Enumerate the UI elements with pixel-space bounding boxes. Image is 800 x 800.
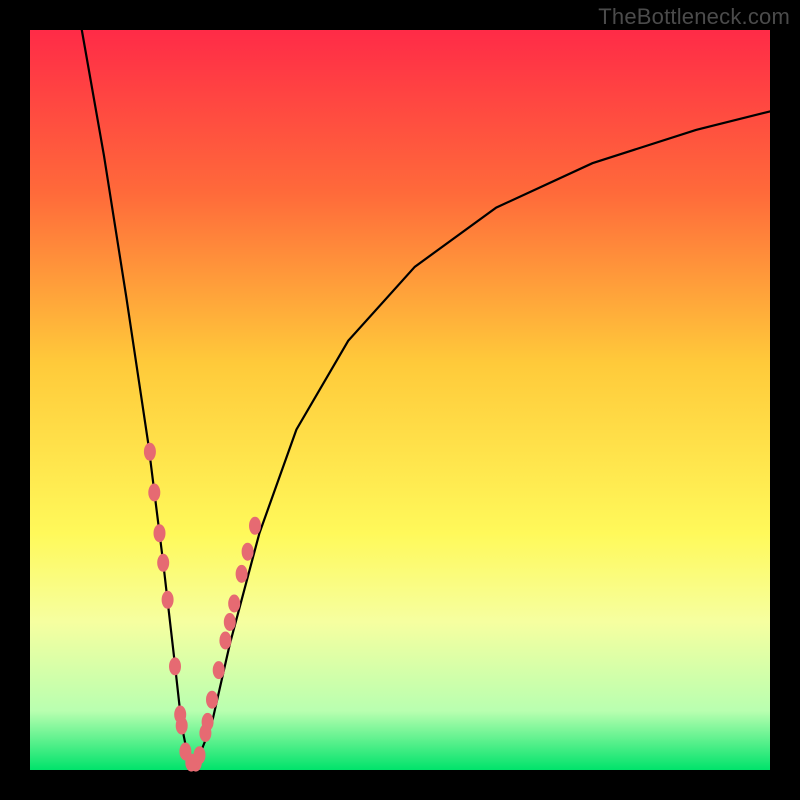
sample-dot	[220, 632, 231, 649]
sample-dot	[250, 517, 261, 534]
sample-dot	[213, 662, 224, 679]
sample-dot	[170, 658, 181, 675]
sample-dot	[242, 543, 253, 560]
sample-dot	[149, 484, 160, 501]
sample-dot	[158, 554, 169, 571]
sample-dot	[194, 747, 205, 764]
sample-dots-group	[144, 443, 260, 771]
sample-dot	[207, 691, 218, 708]
sample-dot	[224, 614, 235, 631]
sample-dot	[176, 717, 187, 734]
chart-svg	[30, 30, 770, 770]
sample-dot	[202, 713, 213, 730]
plot-area	[30, 30, 770, 770]
sample-dot	[162, 591, 173, 608]
sample-dot	[144, 443, 155, 460]
sample-dot	[236, 565, 247, 582]
sample-dot	[229, 595, 240, 612]
sample-dot	[154, 525, 165, 542]
outer-frame: TheBottleneck.com	[0, 0, 800, 800]
watermark-text: TheBottleneck.com	[598, 4, 790, 30]
bottleneck-curve	[82, 30, 770, 763]
